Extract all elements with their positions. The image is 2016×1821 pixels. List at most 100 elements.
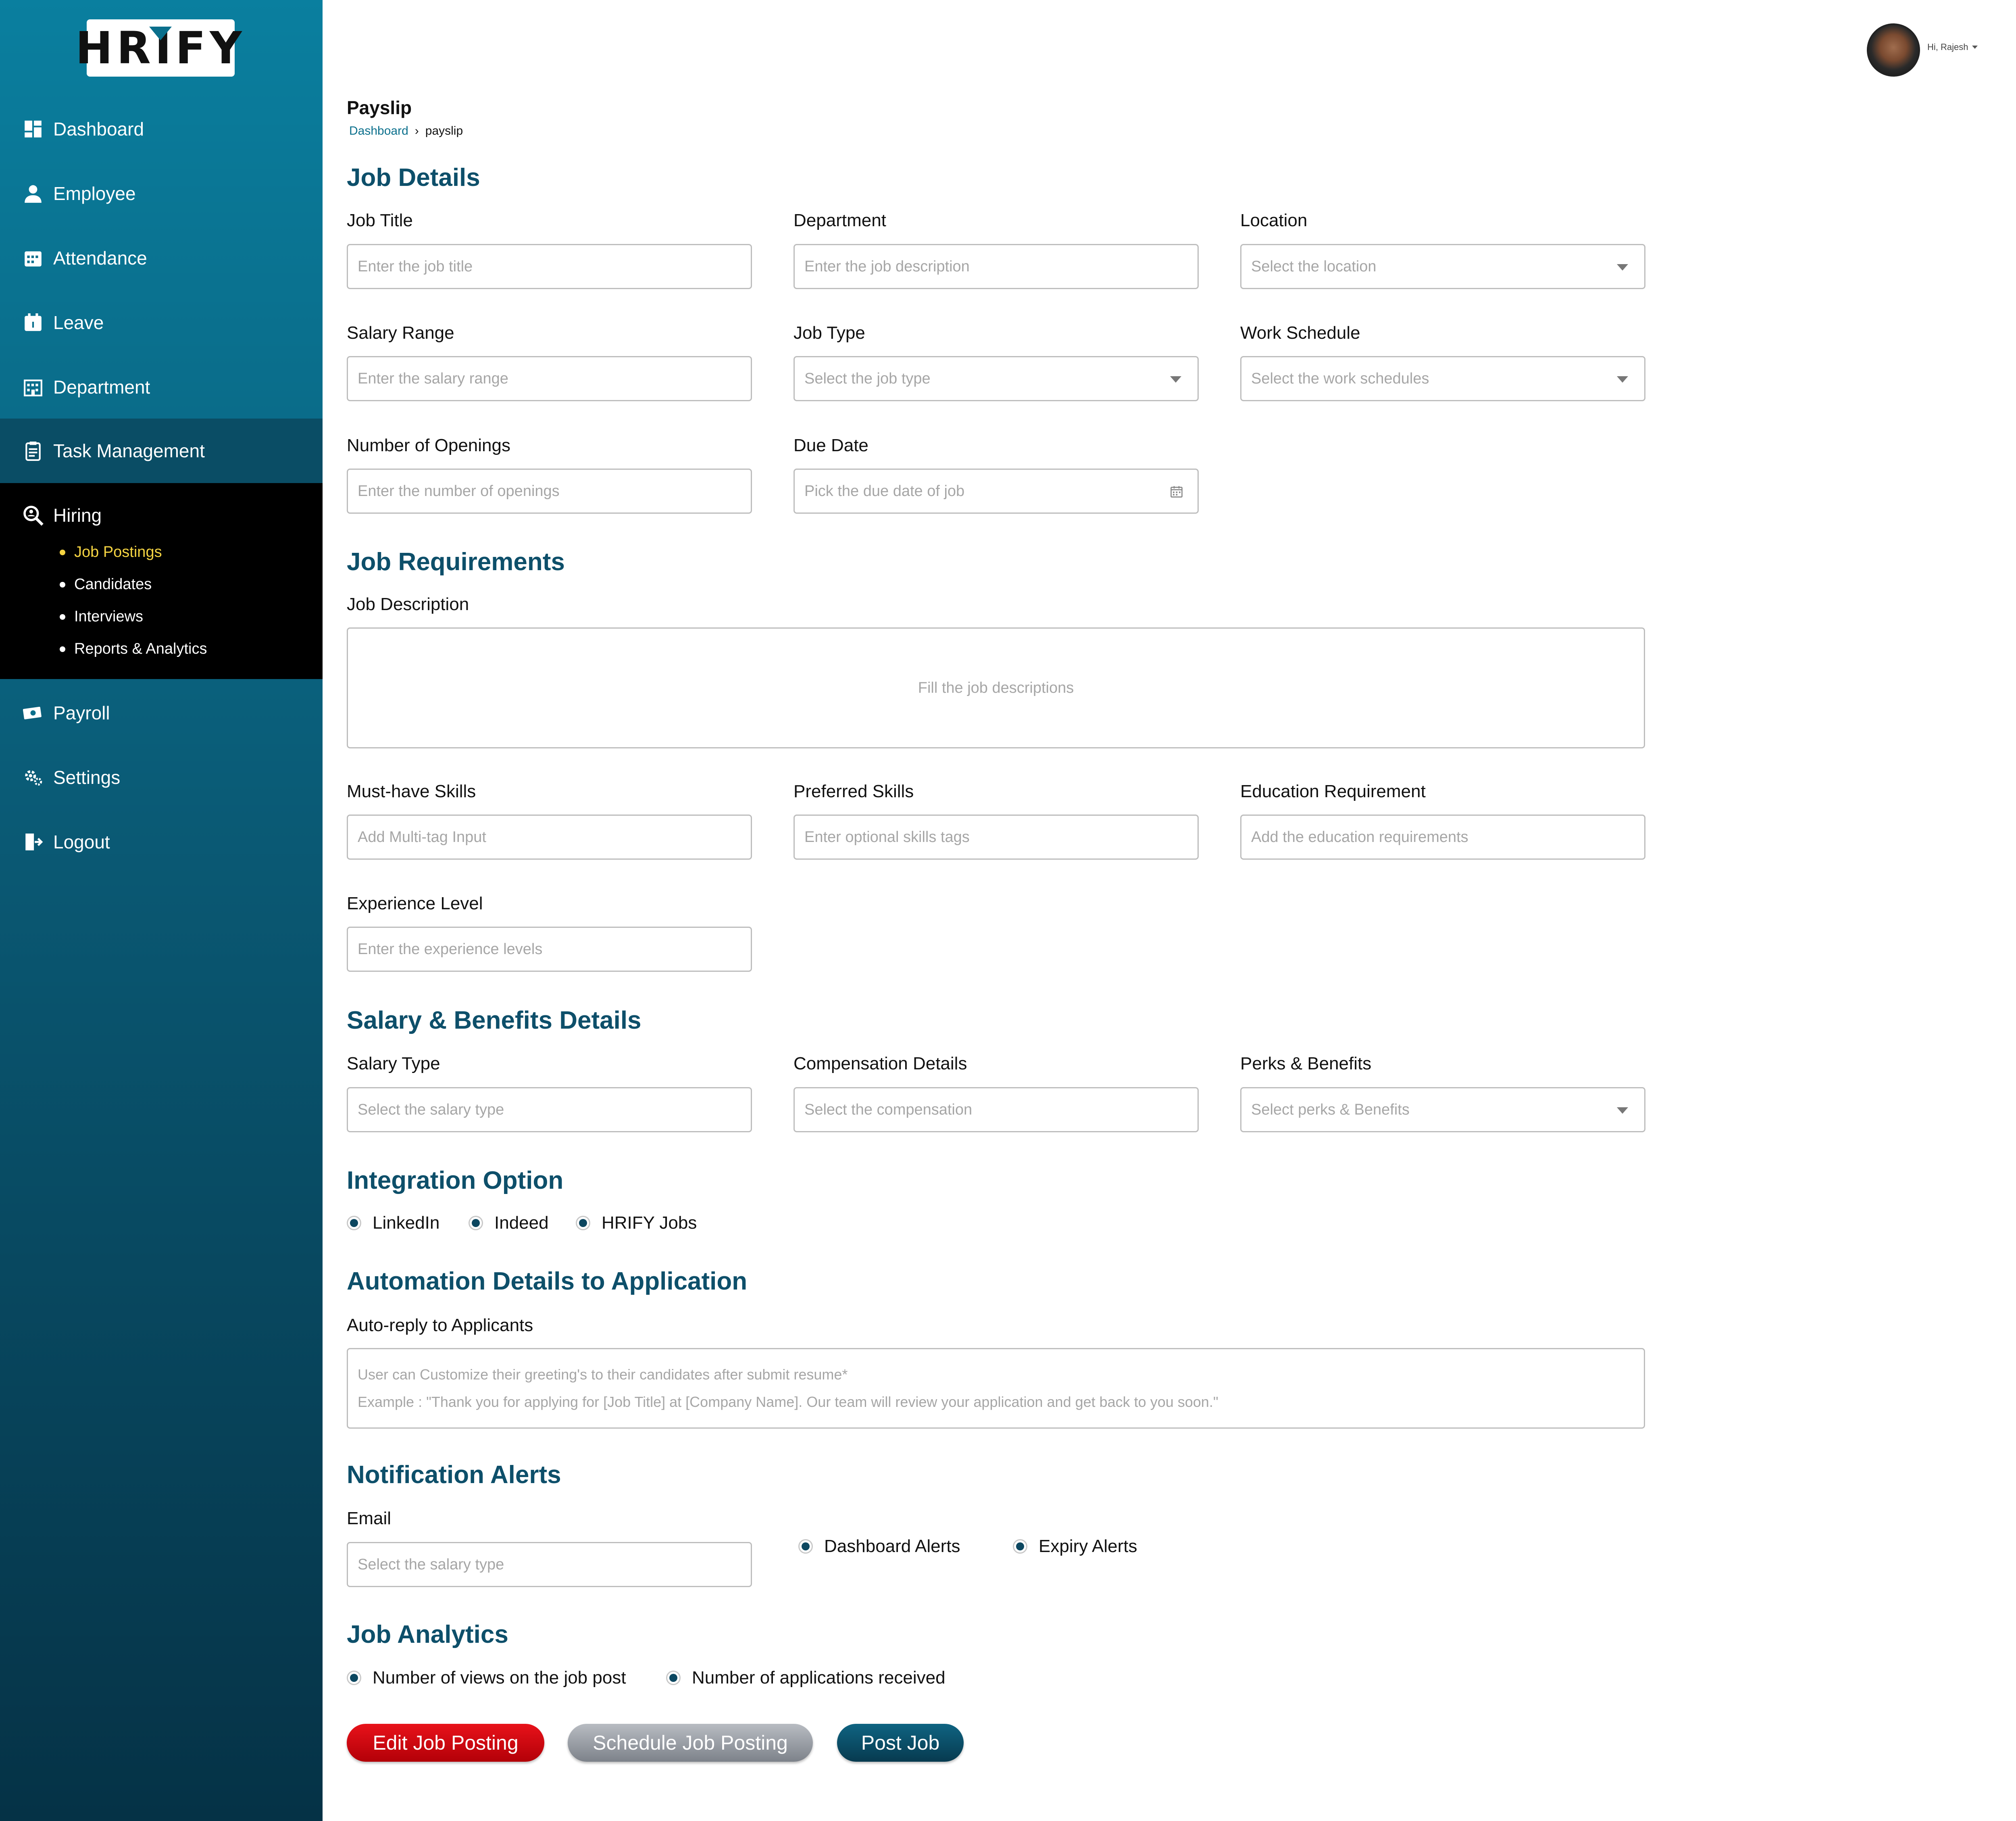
- work-schedule-label: Work Schedule: [1240, 323, 1360, 343]
- sidebar-item-leave[interactable]: Leave: [0, 290, 323, 355]
- preferred-skills-input[interactable]: Enter optional skills tags: [793, 815, 1199, 860]
- radio-hrify-jobs[interactable]: HRIFY Jobs: [576, 1213, 697, 1233]
- edit-job-posting-button[interactable]: Edit Job Posting: [347, 1724, 544, 1762]
- due-date-label: Due Date: [793, 435, 868, 455]
- sidebar-item-task-management[interactable]: Task Management: [0, 419, 323, 483]
- placeholder-text: Select perks & Benefits: [1251, 1101, 1410, 1118]
- department-input[interactable]: Enter the job description: [793, 244, 1199, 289]
- breadcrumb-current: payslip: [425, 124, 463, 138]
- placeholder-text: Enter optional skills tags: [804, 828, 970, 846]
- radio-expiry-alerts[interactable]: Expiry Alerts: [1013, 1536, 1137, 1556]
- caret-down-icon: [1617, 376, 1628, 383]
- placeholder-text: Pick the due date of job: [804, 482, 965, 500]
- breadcrumb-dashboard-link[interactable]: Dashboard: [349, 124, 408, 138]
- attendance-icon: [22, 247, 44, 269]
- hiring-icon: [22, 504, 44, 527]
- salary-range-input[interactable]: Enter the salary range: [347, 356, 752, 401]
- job-description-label: Job Description: [347, 594, 469, 614]
- radio-views[interactable]: Number of views on the job post: [347, 1668, 626, 1688]
- sidebar-sub-candidates[interactable]: Candidates: [60, 576, 152, 593]
- work-schedule-select[interactable]: Select the work schedules: [1240, 356, 1645, 401]
- user-greeting: Hi, Rajesh: [1927, 42, 1968, 52]
- sidebar-item-attendance[interactable]: Attendance: [0, 226, 323, 290]
- chevron-right-icon: ›: [414, 124, 419, 138]
- bullet-icon: [60, 549, 65, 555]
- page-title: Payslip: [347, 97, 412, 118]
- breadcrumb: Dashboard › payslip: [349, 124, 463, 138]
- radio-selected-icon: [576, 1216, 590, 1230]
- radio-selected-icon: [469, 1216, 483, 1230]
- placeholder-text: Enter the number of openings: [358, 482, 560, 500]
- must-have-skills-input[interactable]: Add Multi-tag Input: [347, 815, 752, 860]
- sidebar-sub-interviews[interactable]: Interviews: [60, 608, 143, 625]
- logout-icon: [22, 831, 44, 853]
- schedule-job-posting-button[interactable]: Schedule Job Posting: [568, 1724, 813, 1762]
- auto-reply-textarea[interactable]: User can Customize their greeting's to t…: [347, 1348, 1645, 1429]
- sidebar-item-label: Settings: [53, 767, 121, 788]
- job-title-input[interactable]: Enter the job title: [347, 244, 752, 289]
- job-type-select[interactable]: Select the job type: [793, 356, 1199, 401]
- placeholder-text: Enter the experience levels: [358, 940, 543, 958]
- education-input[interactable]: Add the education requirements: [1240, 815, 1645, 860]
- sidebar-sub-reports[interactable]: Reports & Analytics: [60, 640, 207, 658]
- employee-icon: [22, 182, 44, 205]
- salary-type-label: Salary Type: [347, 1054, 440, 1073]
- radio-selected-icon: [798, 1539, 813, 1554]
- radio-indeed[interactable]: Indeed: [469, 1213, 549, 1233]
- auto-reply-label: Auto-reply to Applicants: [347, 1315, 533, 1335]
- email-input[interactable]: Select the salary type: [347, 1542, 752, 1587]
- radio-selected-icon: [1013, 1539, 1027, 1554]
- placeholder-text: Add Multi-tag Input: [358, 828, 486, 846]
- task-icon: [22, 440, 44, 462]
- location-label: Location: [1240, 210, 1308, 230]
- placeholder-text: Enter the job title: [358, 258, 473, 275]
- radio-linkedin[interactable]: LinkedIn: [347, 1213, 439, 1233]
- caret-down-icon: [1617, 264, 1628, 271]
- calendar-icon[interactable]: [1169, 484, 1184, 499]
- perks-select[interactable]: Select perks & Benefits: [1240, 1087, 1645, 1132]
- bullet-icon: [60, 581, 65, 588]
- sidebar: HRIFY Dashboard Employee Attendance Leav…: [0, 0, 323, 1821]
- section-notifications: Notification Alerts: [347, 1461, 561, 1489]
- radio-label: Indeed: [494, 1213, 549, 1233]
- sidebar-item-logout[interactable]: Logout: [0, 810, 323, 874]
- radio-dashboard-alerts[interactable]: Dashboard Alerts: [798, 1536, 960, 1556]
- sidebar-sub-job-postings[interactable]: Job Postings: [60, 544, 162, 561]
- must-have-skills-label: Must-have Skills: [347, 781, 476, 801]
- location-select[interactable]: Select the location: [1240, 244, 1645, 289]
- compensation-label: Compensation Details: [793, 1054, 967, 1073]
- sidebar-item-department[interactable]: Department: [0, 355, 323, 419]
- post-job-button[interactable]: Post Job: [837, 1724, 964, 1762]
- experience-input[interactable]: Enter the experience levels: [347, 927, 752, 972]
- section-job-details: Job Details: [347, 164, 480, 192]
- radio-label: HRIFY Jobs: [602, 1213, 697, 1233]
- radio-applications[interactable]: Number of applications received: [666, 1668, 946, 1688]
- sidebar-item-dashboard[interactable]: Dashboard: [0, 97, 323, 161]
- sidebar-item-employee[interactable]: Employee: [0, 161, 323, 226]
- avatar[interactable]: [1867, 23, 1920, 77]
- logo-mark-icon: [149, 27, 172, 40]
- due-date-picker[interactable]: Pick the due date of job: [793, 469, 1199, 514]
- job-description-textarea[interactable]: Fill the job descriptions: [347, 627, 1645, 748]
- sidebar-item-hiring[interactable]: Hiring: [0, 483, 323, 548]
- placeholder-text: Example : "Thank you for applying for [J…: [358, 1394, 1218, 1410]
- caret-down-icon: [1617, 1107, 1628, 1114]
- hrify-logo[interactable]: HRIFY: [75, 19, 242, 77]
- sidebar-sub-label: Reports & Analytics: [74, 640, 207, 657]
- dashboard-icon: [22, 118, 44, 140]
- salary-type-input[interactable]: Select the salary type: [347, 1087, 752, 1132]
- preferred-skills-label: Preferred Skills: [793, 781, 914, 801]
- education-label: Education Requirement: [1240, 781, 1426, 801]
- email-label: Email: [347, 1508, 392, 1528]
- placeholder-text: Select the salary type: [358, 1101, 504, 1118]
- openings-label: Number of Openings: [347, 435, 510, 455]
- payroll-icon: [22, 702, 44, 724]
- sidebar-item-payroll[interactable]: Payroll: [0, 681, 323, 745]
- user-menu[interactable]: Hi, Rajesh: [1927, 42, 1978, 52]
- sidebar-item-settings[interactable]: Settings: [0, 745, 323, 810]
- sidebar-item-label: Payroll: [53, 702, 110, 723]
- sidebar-item-label: Hiring: [53, 505, 102, 526]
- settings-icon: [22, 766, 44, 789]
- openings-input[interactable]: Enter the number of openings: [347, 469, 752, 514]
- compensation-input[interactable]: Select the compensation: [793, 1087, 1199, 1132]
